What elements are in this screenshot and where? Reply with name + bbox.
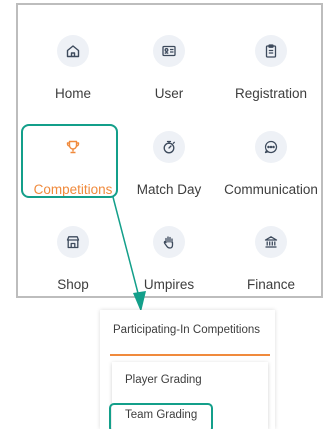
team-grading-highlight-box (109, 403, 213, 429)
dropdown-active-underline (110, 354, 270, 356)
dropdown-header[interactable]: Participating-In Competitions (113, 324, 260, 336)
submenu-item-player-grading[interactable]: Player Grading (125, 374, 202, 386)
